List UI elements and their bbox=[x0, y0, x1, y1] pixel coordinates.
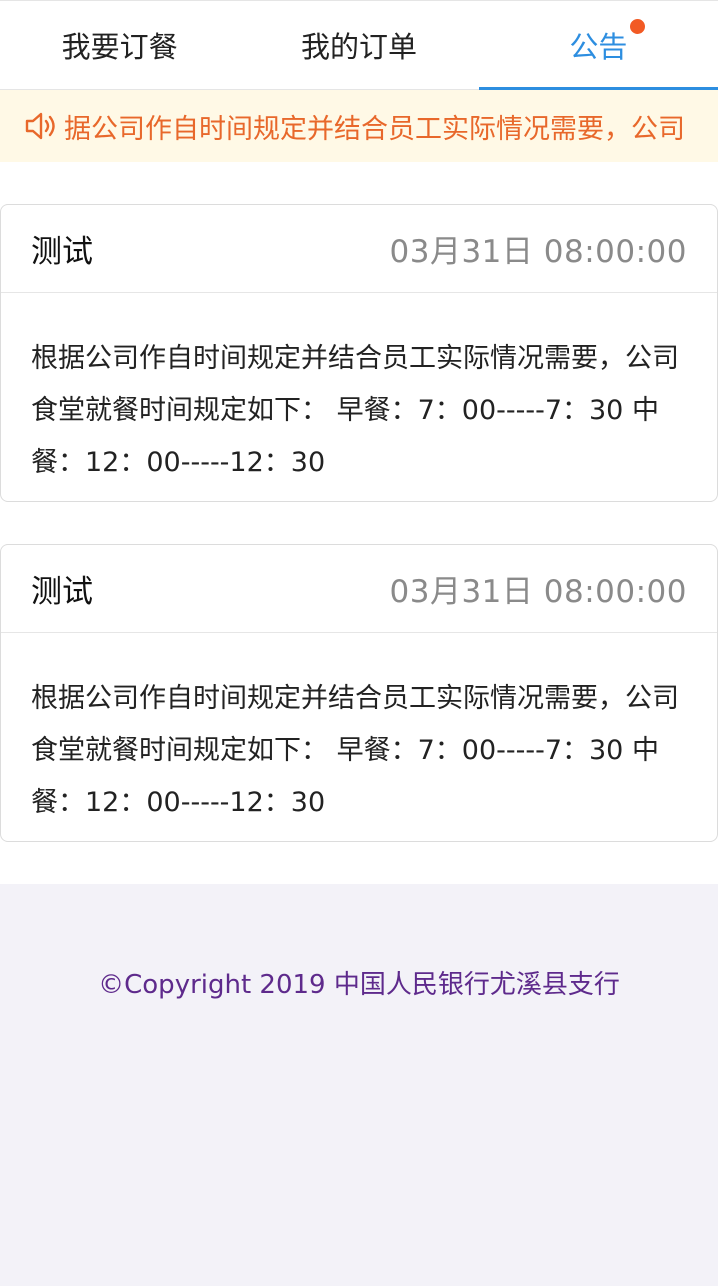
tab-bar: 我要订餐 我的订单 公告 bbox=[0, 0, 718, 90]
notice-marquee-text: 据公司作自时间规定并结合员工实际情况需要，公司 bbox=[64, 113, 685, 145]
announcement-card[interactable]: 测试 03月31日 08:00:00 根据公司作自时间规定并结合员工实际情况需要… bbox=[0, 204, 718, 502]
announcement-header: 测试 03月31日 08:00:00 bbox=[1, 205, 717, 293]
announcement-body: 根据公司作自时间规定并结合员工实际情况需要，公司食堂就餐时间规定如下： 早餐：7… bbox=[31, 683, 679, 818]
announcement-time: 03月31日 08:00:00 bbox=[389, 234, 687, 270]
announcement-header: 测试 03月31日 08:00:00 bbox=[1, 545, 717, 633]
tab-announcements-label: 公告 bbox=[569, 30, 628, 64]
tab-announcements[interactable]: 公告 bbox=[478, 1, 718, 90]
speaker-icon bbox=[25, 112, 55, 140]
announcement-body: 根据公司作自时间规定并结合员工实际情况需要，公司食堂就餐时间规定如下： 早餐：7… bbox=[31, 343, 679, 478]
copyright-text: ©Copyright 2019 中国人民银行尤溪县支行 bbox=[98, 970, 620, 1000]
footer: ©Copyright 2019 中国人民银行尤溪县支行 bbox=[0, 884, 718, 1286]
tab-my-orders-label: 我的订单 bbox=[300, 30, 417, 64]
tab-order-meal-label: 我要订餐 bbox=[61, 30, 178, 64]
announcement-time: 03月31日 08:00:00 bbox=[389, 574, 687, 610]
announcement-title: 测试 bbox=[31, 574, 93, 610]
announcement-card[interactable]: 测试 03月31日 08:00:00 根据公司作自时间规定并结合员工实际情况需要… bbox=[0, 544, 718, 842]
tab-my-orders[interactable]: 我的订单 bbox=[239, 1, 478, 89]
unread-dot bbox=[629, 19, 645, 34]
announcement-title: 测试 bbox=[31, 234, 93, 270]
notice-bar[interactable]: 据公司作自时间规定并结合员工实际情况需要，公司 bbox=[0, 90, 718, 162]
tab-order-meal[interactable]: 我要订餐 bbox=[0, 1, 239, 89]
